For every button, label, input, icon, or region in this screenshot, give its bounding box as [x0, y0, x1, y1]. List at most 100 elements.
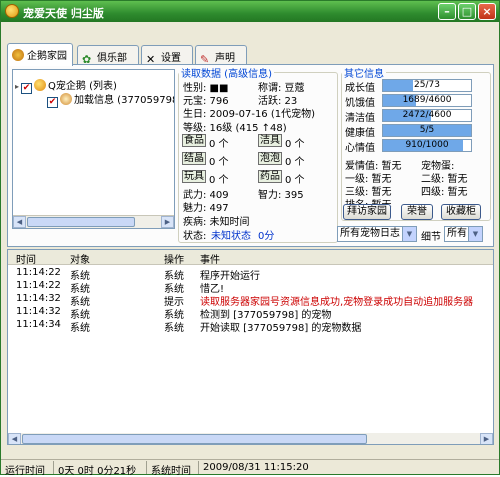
- health-label: 健康值: [345, 128, 375, 139]
- log-horizontal-scrollbar[interactable]: ◀ ▶: [8, 433, 493, 444]
- log-row[interactable]: 11:14:32 系统 提示 读取服务器家园号资源信息成功,宠物登录成功自动追加服务器: [8, 293, 493, 308]
- mood-bar: 910/1000: [382, 139, 472, 152]
- log-time: 11:14:34: [16, 319, 61, 330]
- log-filter-value: 所有宠物日志: [340, 228, 400, 239]
- hunger-bar: 1689/4600: [382, 94, 472, 107]
- state-label: 状态:: [183, 231, 207, 242]
- app-logo-icon: [5, 4, 19, 18]
- collection-button[interactable]: 收藏柜: [441, 204, 481, 220]
- visit-home-button[interactable]: 拜访家园: [343, 204, 391, 220]
- crystal-count: 0 个: [209, 157, 229, 168]
- state-score: 0分: [258, 231, 275, 242]
- bubble-button[interactable]: 泡泡: [258, 152, 282, 165]
- tab-penguin-home[interactable]: 企鹅家园: [7, 43, 73, 66]
- chevron-down-icon[interactable]: ▼: [468, 227, 482, 241]
- log-time: 11:14:22: [16, 267, 61, 278]
- close-button[interactable]: ×: [478, 3, 496, 20]
- tab-label: 设置: [161, 53, 181, 64]
- mood-label: 心情值: [345, 143, 375, 154]
- log-header: 时间 对象 操作 事件: [8, 250, 493, 266]
- tree-child[interactable]: ✔ 加载信息 (377059798): [47, 91, 175, 108]
- toy-count: 0 个: [209, 175, 229, 186]
- birthday-text: 生日: 2009-07-16 (1代宠物): [183, 109, 316, 120]
- window-title: 宠爱天使 归尘版: [23, 7, 104, 20]
- child-checkbox[interactable]: ✔: [47, 97, 58, 108]
- crystal-button[interactable]: 结晶: [182, 152, 206, 165]
- log-filter-select[interactable]: 所有宠物日志 ▼: [337, 226, 417, 242]
- clean-label: 清洁值: [345, 113, 375, 124]
- intelligence-text: 智力: 395: [258, 190, 304, 201]
- app-window: 宠爱天使 归尘版 – □ × 企鹅家园 ✿ 俱乐部 ✕ 设置 ✎ 声明 ▸ ✔ Q宠企鹅 …: [0, 0, 500, 477]
- log-row[interactable]: 11:14:22 系统 系统 惜乙!: [8, 280, 493, 295]
- tree-horizontal-scrollbar[interactable]: ◀ ▶: [13, 215, 174, 228]
- status-bar: 运行时间 0天 0时 0分21秒 系统时间 2009/08/31 11:15:2…: [1, 459, 499, 477]
- hunger-label: 饥饿值: [345, 98, 375, 109]
- growth-bar: 25/73: [382, 79, 472, 92]
- state-value: 未知状态: [211, 231, 251, 242]
- log-row[interactable]: 11:14:32 系统 系统 检测到 [377059798] 的宠物: [8, 306, 493, 321]
- system-time-value: 2009/08/31 11:15:20: [203, 462, 309, 473]
- tab-notice[interactable]: ✎ 声明: [195, 45, 247, 65]
- medicine-button[interactable]: 药品: [258, 170, 282, 183]
- tab-settings[interactable]: ✕ 设置: [141, 45, 193, 65]
- health-value: 5/5: [419, 125, 435, 135]
- col-object[interactable]: 对象: [70, 251, 90, 266]
- log-event: 开始读取 [377059798] 的宠物数据: [200, 323, 362, 334]
- illness-text: 疾病: 未知时间: [183, 217, 250, 228]
- col-operation[interactable]: 操作: [164, 251, 184, 266]
- group-legend: 读取数据 (高级信息): [181, 69, 272, 80]
- pet-tree[interactable]: ▸ ✔ Q宠企鹅 (列表) ✔ 加载信息 (377059798) ◀ ▶: [12, 69, 175, 229]
- col-time[interactable]: 时间: [16, 251, 36, 266]
- tree-child-label: 加载信息 (377059798): [74, 95, 175, 106]
- chevron-down-icon[interactable]: ▼: [402, 227, 416, 241]
- scroll-thumb[interactable]: [22, 434, 367, 444]
- maximize-button[interactable]: □: [458, 3, 476, 20]
- penguin-icon: [34, 79, 47, 91]
- tab-label: 企鹅家园: [27, 51, 67, 62]
- log-operation: 系统: [164, 323, 184, 334]
- event-log[interactable]: 时间 对象 操作 事件 11:14:22 系统 系统 程序开始运行 11:14:22 系统…: [7, 249, 494, 445]
- title-bar[interactable]: 宠爱天使 归尘版 – □ ×: [1, 1, 499, 22]
- health-bar: 5/5: [382, 124, 472, 137]
- minimize-button[interactable]: –: [438, 3, 456, 20]
- cleaner-button[interactable]: 洁具: [258, 134, 282, 147]
- tab-label: 声明: [215, 53, 235, 64]
- clean-value: 2472/4600: [402, 110, 452, 120]
- detail-select[interactable]: 所有 ▼: [444, 226, 483, 242]
- clean-bar: 2472/4600: [382, 109, 472, 122]
- scroll-left-icon[interactable]: ◀: [8, 433, 21, 444]
- bubble-count: 0 个: [285, 157, 305, 168]
- tab-label: 俱乐部: [97, 53, 127, 64]
- mood-value: 910/1000: [405, 140, 449, 150]
- hunger-value: 1689/4600: [402, 95, 452, 105]
- detail-value: 所有: [447, 228, 467, 239]
- scroll-right-icon[interactable]: ▶: [480, 433, 493, 444]
- level-text: 等级: 16级 (415 ↑48): [183, 123, 287, 134]
- log-row[interactable]: 11:14:22 系统 系统 程序开始运行: [8, 267, 493, 282]
- stat-bars: 成长值 25/73 饥饿值 1689/4600 清洁值 2472/4600 健康…: [341, 79, 491, 154]
- toy-button[interactable]: 玩具: [182, 170, 206, 183]
- scroll-left-icon[interactable]: ◀: [13, 216, 26, 228]
- pet-icon: [60, 93, 72, 105]
- log-time: 11:14:22: [16, 280, 61, 291]
- detail-label: 细节: [421, 232, 441, 243]
- log-time: 11:14:32: [16, 293, 61, 304]
- food-button[interactable]: 食品: [182, 134, 206, 147]
- honor-button[interactable]: 荣誉: [401, 204, 433, 220]
- tab-club[interactable]: ✿ 俱乐部: [77, 45, 139, 65]
- charm-text: 魅力: 497: [183, 203, 229, 214]
- food-count: 0 个: [209, 139, 229, 150]
- col-event[interactable]: 事件: [200, 251, 220, 266]
- scroll-thumb[interactable]: [27, 217, 135, 227]
- medicine-count: 0 个: [285, 175, 305, 186]
- penguin-home-panel: ▸ ✔ Q宠企鹅 (列表) ✔ 加载信息 (377059798) ◀ ▶ 读取数据 (…: [7, 64, 494, 247]
- growth-label: 成长值: [345, 83, 375, 94]
- scroll-right-icon[interactable]: ▶: [161, 216, 174, 228]
- group-legend: 其它信息: [344, 69, 384, 80]
- log-time: 11:14:32: [16, 306, 61, 317]
- log-row[interactable]: 11:14:34 系统 系统 开始读取 [377059798] 的宠物数据: [8, 319, 493, 334]
- cleaner-count: 0 个: [285, 139, 305, 150]
- root-checkbox[interactable]: ✔: [21, 83, 33, 94]
- main-tabs: 企鹅家园 ✿ 俱乐部 ✕ 设置 ✎ 声明: [7, 43, 497, 66]
- level4-text: 四级: 暂无: [421, 187, 468, 198]
